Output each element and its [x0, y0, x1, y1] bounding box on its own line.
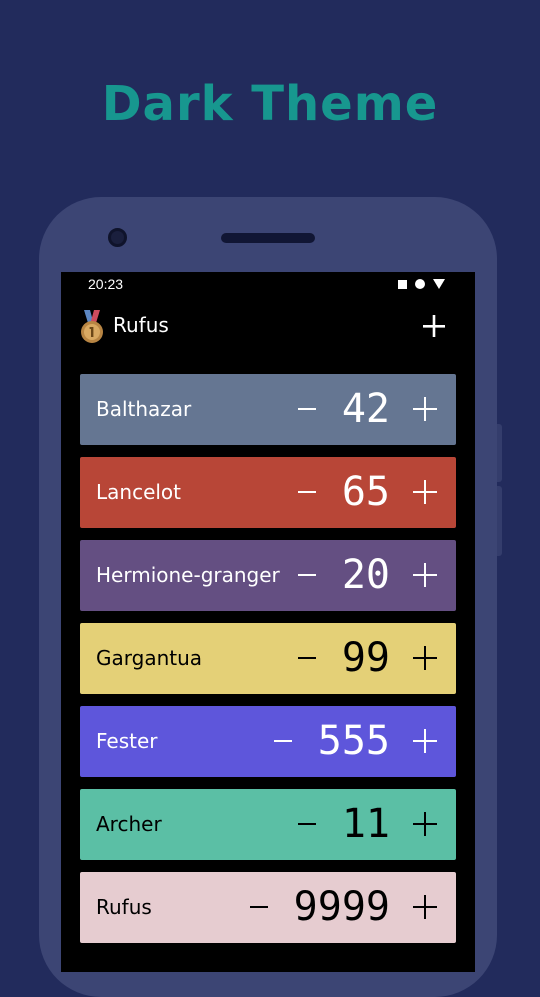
decrement-button[interactable] [292, 457, 322, 528]
player-card: Hermione-granger 20 [80, 540, 456, 611]
player-score: 9999 [293, 884, 390, 930]
player-card: Rufus 9999 [80, 872, 456, 943]
player-list: Balthazar 42 Lancelot 65 Hermione-granger 20 G… [80, 374, 456, 955]
add-icon[interactable] [418, 310, 450, 342]
player-name[interactable]: Gargantua [96, 623, 202, 694]
player-name[interactable]: Rufus [96, 872, 152, 943]
circle-icon [415, 279, 425, 289]
increment-button[interactable] [410, 475, 440, 509]
player-name[interactable]: Fester [96, 706, 158, 777]
app-title: Rufus [113, 313, 169, 337]
increment-button[interactable] [410, 807, 440, 841]
stop-square-icon [398, 279, 407, 289]
status-icons [398, 279, 445, 289]
status-time: 20:23 [88, 276, 124, 292]
player-score: 65 [341, 469, 390, 515]
increment-button[interactable] [410, 641, 440, 675]
player-name[interactable]: Balthazar [96, 374, 191, 445]
player-card: Fester 555 [80, 706, 456, 777]
player-card: Gargantua 99 [80, 623, 456, 694]
decrement-button[interactable] [244, 872, 274, 943]
app-bar: Rufus [61, 304, 475, 348]
decrement-button[interactable] [292, 374, 322, 445]
player-score: 555 [317, 718, 390, 764]
player-score: 99 [341, 635, 390, 681]
front-camera-icon [108, 228, 127, 247]
player-card: Lancelot 65 [80, 457, 456, 528]
status-bar: 20:23 [61, 272, 475, 296]
decrement-button[interactable] [292, 789, 322, 860]
phone-screen: 20:23 Rufus Balthazar 42 Lancelot 65 Hermion… [61, 272, 475, 972]
headline: Dark Theme [101, 76, 439, 132]
increment-button[interactable] [410, 392, 440, 426]
phone-speaker [221, 233, 315, 243]
player-score: 42 [341, 386, 390, 432]
increment-button[interactable] [410, 558, 440, 592]
player-name[interactable]: Archer [96, 789, 162, 860]
increment-button[interactable] [410, 724, 440, 758]
decrement-button[interactable] [292, 540, 322, 611]
player-name[interactable]: Hermione-granger [96, 540, 280, 611]
signal-triangle-icon [433, 279, 445, 289]
player-score: 11 [341, 801, 390, 847]
medal-icon [81, 310, 103, 343]
player-name[interactable]: Lancelot [96, 457, 181, 528]
decrement-button[interactable] [268, 706, 298, 777]
player-card: Balthazar 42 [80, 374, 456, 445]
increment-button[interactable] [410, 890, 440, 924]
decrement-button[interactable] [292, 623, 322, 694]
player-score: 20 [341, 552, 390, 598]
player-card: Archer 11 [80, 789, 456, 860]
